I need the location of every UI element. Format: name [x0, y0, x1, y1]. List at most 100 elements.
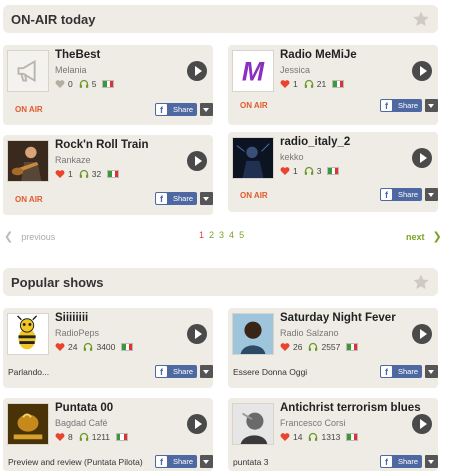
show-title[interactable]: Rock'n Roll Train: [55, 139, 148, 151]
play-button[interactable]: [412, 148, 432, 168]
share-dropdown-button[interactable]: [425, 365, 438, 378]
facebook-share-button[interactable]: f Share: [380, 455, 422, 468]
heart-icon[interactable]: [280, 166, 290, 176]
play-button[interactable]: [187, 324, 207, 344]
show-thumbnail[interactable]: [232, 137, 274, 179]
share-dropdown-button[interactable]: [200, 455, 213, 468]
page-link[interactable]: 4: [229, 230, 234, 240]
likes-count: 0: [68, 79, 73, 89]
italy-flag-icon: [332, 80, 345, 88]
star-icon[interactable]: [412, 10, 430, 28]
share-dropdown-button[interactable]: [425, 455, 438, 468]
heart-icon[interactable]: [55, 432, 65, 442]
episode-description: puntata 3: [233, 457, 269, 467]
play-button[interactable]: [187, 61, 207, 81]
page-link[interactable]: 2: [209, 230, 214, 240]
show-thumbnail[interactable]: [232, 403, 274, 445]
popular-card[interactable]: Siiiiiiii RadioPeps 24 3400 Parlando... …: [3, 308, 213, 388]
facebook-share-button[interactable]: f Share: [155, 365, 197, 378]
headphones-icon: [309, 432, 318, 441]
show-title[interactable]: TheBest: [55, 49, 100, 61]
page-link[interactable]: 5: [239, 230, 244, 240]
listens-count: 2557: [321, 342, 341, 352]
likes-count: 24: [68, 342, 78, 352]
heart-icon[interactable]: [280, 342, 290, 352]
share-label: Share: [173, 367, 194, 376]
show-stats: 14 1313: [280, 431, 359, 443]
show-title[interactable]: Puntata 00: [55, 402, 113, 414]
show-thumbnail[interactable]: [7, 140, 49, 182]
show-title[interactable]: Saturday Night Fever: [280, 312, 396, 324]
share-dropdown-button[interactable]: [200, 192, 213, 205]
facebook-share-button[interactable]: f Share: [155, 192, 197, 205]
share-dropdown-button[interactable]: [425, 99, 438, 112]
previous-link[interactable]: ❮ previous: [4, 230, 55, 243]
chevron-left-icon: ❮: [4, 231, 14, 243]
facebook-share-button[interactable]: f Share: [380, 365, 422, 378]
show-thumbnail[interactable]: [7, 403, 49, 445]
onair-card[interactable]: radio_italy_2 kekko 1 3 ON AIR f Share: [228, 132, 438, 212]
show-author[interactable]: RadioPeps: [55, 328, 99, 338]
page-link[interactable]: 3: [219, 230, 224, 240]
play-button[interactable]: [412, 324, 432, 344]
next-link[interactable]: next ❯: [406, 230, 442, 243]
cartoon-bee-photo: [8, 314, 48, 354]
show-author[interactable]: Radio Salzano: [280, 328, 339, 338]
onair-card[interactable]: Rock'n Roll Train Rankaze 1 32 ON AIR fS…: [3, 135, 213, 215]
play-button[interactable]: [187, 414, 207, 434]
play-button[interactable]: [412, 61, 432, 81]
show-author[interactable]: kekko: [280, 152, 304, 162]
show-title[interactable]: Radio MeMiJe: [280, 49, 357, 61]
show-thumbnail[interactable]: [7, 313, 49, 355]
heart-icon[interactable]: [280, 432, 290, 442]
facebook-icon: f: [156, 366, 167, 377]
episode-description: Essere Donna Oggi: [233, 367, 308, 377]
heart-icon[interactable]: [55, 342, 65, 352]
page-link[interactable]: 1: [199, 230, 204, 240]
megaphone-placeholder-icon: [8, 51, 48, 91]
headphones-icon: [79, 79, 88, 88]
show-title[interactable]: Antichrist terrorism blues: [280, 402, 421, 414]
show-thumbnail[interactable]: [232, 313, 274, 355]
next-label: next: [406, 231, 425, 242]
facebook-icon: f: [381, 100, 392, 111]
likes-count: 8: [68, 432, 73, 442]
popular-card[interactable]: Puntata 00 Bagdad Café 8 1211 Preview an…: [3, 398, 213, 471]
play-button[interactable]: [412, 414, 432, 434]
heart-icon[interactable]: [280, 79, 290, 89]
likes-count: 26: [293, 342, 303, 352]
section-title: Popular shows: [11, 275, 104, 290]
show-author[interactable]: Melania: [55, 65, 87, 75]
play-button[interactable]: [187, 151, 207, 171]
listens-count: 1211: [91, 432, 111, 442]
show-author[interactable]: Francesco Corsi: [280, 418, 346, 428]
share-dropdown-button[interactable]: [200, 365, 213, 378]
italy-flag-icon: [121, 343, 134, 351]
share-label: Share: [398, 190, 419, 199]
show-thumbnail[interactable]: [7, 50, 49, 92]
onair-card[interactable]: TheBest Melania 0 5 ON AIR f Share: [3, 45, 213, 125]
heart-icon[interactable]: [55, 79, 65, 89]
show-thumbnail[interactable]: M: [232, 50, 274, 92]
star-icon[interactable]: [412, 273, 430, 291]
onair-card[interactable]: M Radio MeMiJe Jessica 1 21 ON AIR f Shar…: [228, 45, 438, 125]
show-title[interactable]: Siiiiiiii: [55, 312, 88, 324]
facebook-share-button[interactable]: f Share: [380, 99, 422, 112]
share-dropdown-button[interactable]: [200, 103, 213, 116]
facebook-share-button[interactable]: f Share: [380, 188, 422, 201]
show-title[interactable]: radio_italy_2: [280, 136, 350, 148]
share-label: Share: [398, 457, 419, 466]
popular-card[interactable]: Antichrist terrorism blues Francesco Cor…: [228, 398, 438, 471]
popular-card[interactable]: Saturday Night Fever Radio Salzano 26 25…: [228, 308, 438, 388]
share-dropdown-button[interactable]: [425, 188, 438, 201]
show-author[interactable]: Jessica: [280, 65, 310, 75]
facebook-icon: f: [156, 193, 167, 204]
guitarist-photo: [8, 141, 48, 181]
heart-icon[interactable]: [55, 169, 65, 179]
radio-logo-icon: M: [233, 51, 273, 91]
show-author[interactable]: Rankaze: [55, 155, 91, 165]
show-author[interactable]: Bagdad Café: [55, 418, 108, 428]
facebook-share-button[interactable]: f Share: [155, 455, 197, 468]
facebook-share-button[interactable]: f Share: [155, 103, 197, 116]
headphones-icon: [79, 169, 88, 178]
